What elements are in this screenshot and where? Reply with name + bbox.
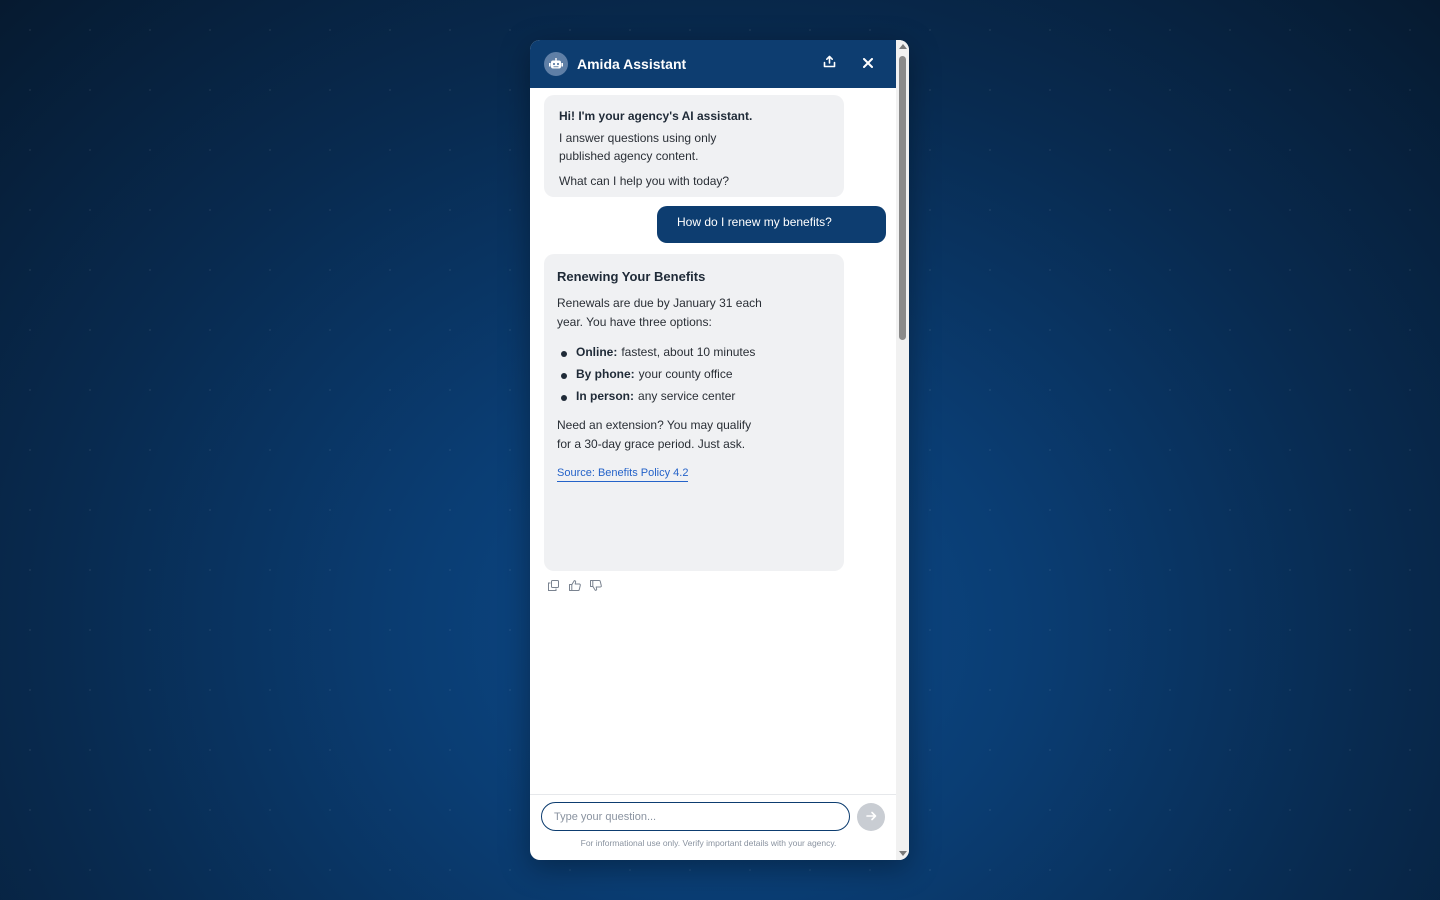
answer-extension: Need an extension? You may qualify for a… [557,418,752,451]
option-label: By phone: [576,367,635,381]
welcome-line1: I answer questions using only published … [559,131,717,163]
list-item: In person: any service center [557,385,831,407]
welcome-line2: What can I help you with today? [559,174,730,188]
disclaimer-text: For informational use only. Verify impor… [580,838,837,848]
options-list: Online: fastest, about 10 minutes By pho… [557,341,831,407]
option-text: your county office [638,367,733,381]
source-link[interactable]: Source: Benefits Policy 4.2 [557,467,689,482]
bullet-icon [561,351,567,357]
bullet-icon [561,395,567,401]
thumbs-up-button[interactable] [568,578,581,596]
welcome-message: Hi! I'm your agency's AI assistant. I an… [544,95,844,197]
copy-button[interactable] [547,578,560,596]
bullet-icon [561,373,567,379]
thumbs-down-icon [589,578,602,596]
scrollbar-thumb[interactable] [899,56,906,340]
chat-title: Amida Assistant [577,56,687,72]
thumbs-up-icon [568,578,581,596]
user-message: How do I renew my benefits? [657,206,886,243]
option-label: Online: [576,345,618,359]
list-item: By phone: your county office [557,363,831,385]
scroll-down-icon[interactable] [899,851,907,856]
option-label: In person: [576,389,635,403]
thumbs-down-button[interactable] [589,578,602,596]
chat-header: Amida Assistant [530,40,896,88]
option-text: fastest, about 10 minutes [621,345,756,359]
scroll-up-icon[interactable] [899,44,907,49]
share-button[interactable] [819,54,839,74]
answer-title: Renewing Your Benefits [557,269,706,284]
answer-message: Renewing Your Benefits Renewals are due … [544,254,844,571]
arrow-right-icon [865,808,877,826]
answer-intro: Renewals are due by January 31 each year… [557,296,762,329]
message-actions [547,578,602,596]
chat-widget: Amida Assistant Hi! I'm your agency's AI… [530,40,909,860]
list-item: Online: fastest, about 10 minutes [557,341,831,363]
composer-divider [530,794,896,795]
welcome-heading: Hi! I'm your agency's AI assistant. [559,109,753,123]
close-button[interactable] [858,54,878,74]
share-icon [823,55,836,73]
scrollbar[interactable] [896,40,909,860]
send-button[interactable] [857,803,885,831]
close-icon [863,55,873,73]
robot-icon [544,52,568,76]
option-text: any service center [638,389,736,403]
copy-icon [548,578,559,596]
question-input[interactable] [541,802,850,831]
